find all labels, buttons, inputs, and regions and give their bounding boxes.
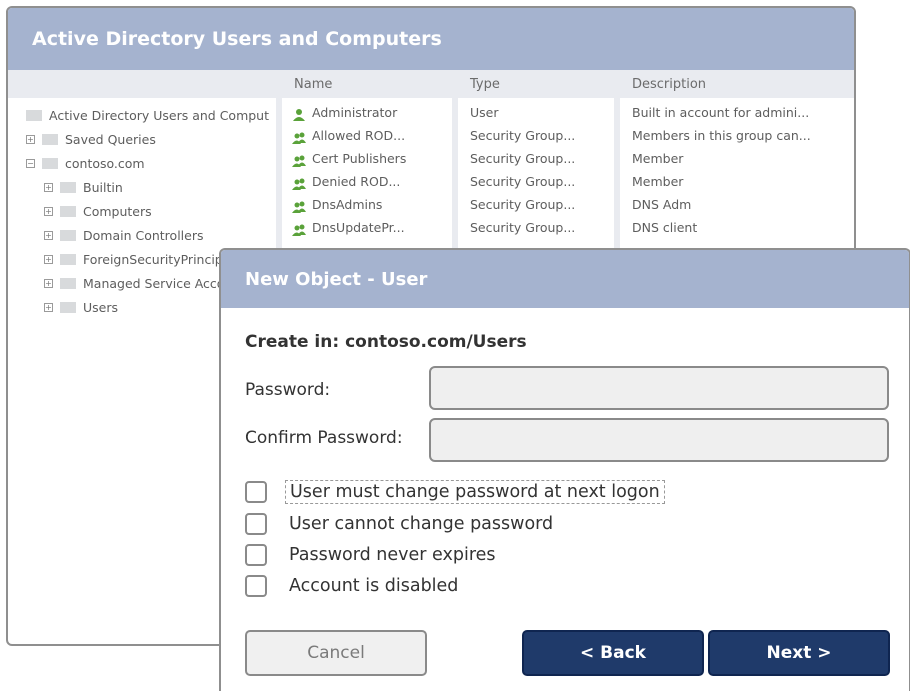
option-must-change-password[interactable]: User must change password at next logon (245, 478, 665, 506)
table-row[interactable]: DnsAdmins Security Group... DNS Adm (8, 194, 848, 216)
tree-item-foreign-security-principals[interactable]: + ForeignSecurityPrincipals (44, 248, 240, 270)
expand-icon[interactable]: + (44, 254, 53, 264)
cell-name: DnsUpdatePr... (312, 220, 405, 235)
option-password-never-expires[interactable]: Password never expires (245, 541, 500, 569)
cell-description: DNS client (632, 220, 698, 235)
cell-description: Built in account for admini... (632, 105, 810, 120)
folder-icon (60, 277, 76, 289)
cell-name: Administrator (312, 105, 398, 120)
must-change-password-checkbox[interactable] (245, 481, 267, 503)
account-disabled-checkbox[interactable] (245, 575, 267, 597)
cannot-change-password-checkbox[interactable] (245, 513, 267, 535)
folder-icon (60, 301, 76, 313)
new-user-dialog: New Object - User Create in: contoso.com… (219, 248, 910, 691)
cell-name: DnsAdmins (312, 197, 383, 212)
tree-item-users[interactable]: + Users (44, 296, 118, 318)
create-in-label: Create in: contoso.com/Users (245, 332, 527, 352)
password-never-expires-checkbox[interactable] (245, 544, 267, 566)
option-cannot-change-password[interactable]: User cannot change password (245, 510, 557, 538)
aduc-title-bar: Active Directory Users and Computers (8, 8, 854, 70)
folder-icon (60, 253, 76, 265)
password-label: Password: (245, 380, 331, 400)
cell-name: Allowed ROD... (312, 128, 406, 143)
next-button[interactable]: Next > (708, 630, 890, 676)
dialog-title-bar[interactable]: New Object - User (221, 250, 909, 308)
column-header-bar: Name Type Description (8, 70, 854, 98)
option-label: User cannot change password (289, 514, 554, 534)
cell-type: Security Group... (470, 128, 576, 143)
column-header-type[interactable]: Type (470, 77, 500, 92)
password-field[interactable] (429, 366, 889, 410)
aduc-title: Active Directory Users and Computers (32, 28, 442, 50)
cell-type: User (470, 105, 499, 120)
tree-item-label: ForeignSecurityPrincipals (83, 251, 241, 267)
table-row[interactable]: Administrator User Built in account for … (8, 102, 848, 124)
tree-item-label: Users (83, 299, 119, 315)
expand-icon[interactable]: + (44, 302, 53, 312)
cell-name: Denied ROD... (312, 174, 401, 189)
cell-name: Cert Publishers (312, 151, 407, 166)
back-button[interactable]: < Back (522, 630, 704, 676)
expand-icon[interactable]: + (44, 278, 53, 288)
cell-type: Security Group... (470, 151, 576, 166)
dialog-title: New Object - User (245, 268, 428, 290)
cell-type: Security Group... (470, 220, 576, 235)
column-header-description[interactable]: Description (632, 77, 706, 92)
option-label: User must change password at next logon (285, 480, 665, 504)
cell-description: Member (632, 151, 684, 166)
table-row[interactable]: Denied ROD... Security Group... Member (8, 171, 848, 193)
option-account-disabled[interactable]: Account is disabled (245, 572, 462, 600)
confirm-password-field[interactable] (429, 418, 889, 462)
table-row[interactable]: Cert Publishers Security Group... Member (8, 148, 848, 170)
option-label: Password never expires (289, 545, 496, 565)
table-row[interactable]: DnsUpdatePr... Security Group... DNS cli… (8, 217, 848, 239)
column-header-name[interactable]: Name (294, 77, 332, 92)
confirm-password-label: Confirm Password: (245, 428, 403, 448)
cell-description: Member (632, 174, 684, 189)
option-label: Account is disabled (289, 576, 459, 596)
cell-description: DNS Adm (632, 197, 692, 212)
cell-type: Security Group... (470, 174, 576, 189)
cell-type: Security Group... (470, 197, 576, 212)
cancel-button[interactable]: Cancel (245, 630, 427, 676)
cell-description: Members in this group can... (632, 128, 811, 143)
table-row[interactable]: Allowed ROD... Security Group... Members… (8, 125, 848, 147)
